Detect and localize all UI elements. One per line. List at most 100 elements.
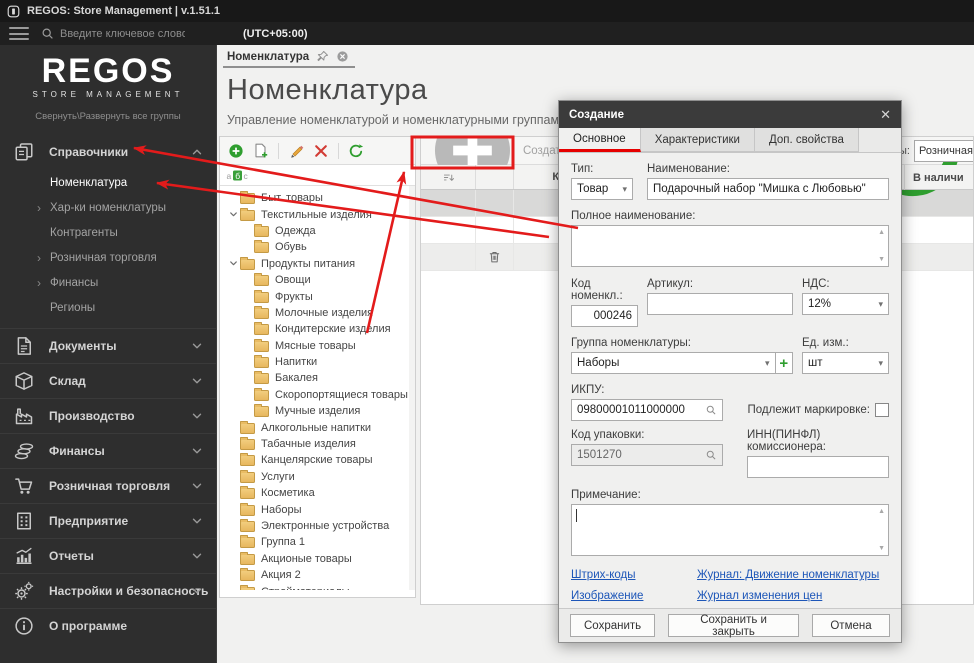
expander-icon[interactable] <box>241 225 254 236</box>
menu-icon[interactable] <box>9 27 29 40</box>
expander-icon[interactable] <box>227 586 240 590</box>
search-input[interactable] <box>60 27 185 40</box>
expander-icon[interactable] <box>241 373 254 384</box>
sidebar-subitem[interactable]: Розничная торговля <box>0 245 216 270</box>
note-textarea[interactable]: ▲ ▼ <box>571 504 889 556</box>
scroll-down-icon[interactable]: ▼ <box>878 545 885 552</box>
tree-item[interactable]: Скоропортящиеся товары <box>220 387 415 403</box>
tab-nomenklatura[interactable]: Номенклатура <box>217 45 357 68</box>
expander-icon[interactable] <box>227 488 240 499</box>
collapse-expand-link[interactable]: Свернуть\Развернуть все группы <box>0 111 216 122</box>
tree-item[interactable]: Бакалея <box>220 370 415 386</box>
sidebar-section[interactable]: Отчеты <box>0 538 216 573</box>
delete-group-button[interactable] <box>313 143 329 159</box>
tree-scrollbar[interactable] <box>409 186 415 590</box>
marking-checkbox[interactable] <box>875 403 889 417</box>
expander-icon[interactable] <box>241 406 254 417</box>
stock-column-header[interactable]: В наличи <box>904 165 973 190</box>
name-input[interactable] <box>653 183 883 195</box>
price-type-select[interactable]: Розничная ц <box>913 140 973 162</box>
expander-icon[interactable] <box>241 242 254 253</box>
edit-group-button[interactable] <box>288 143 304 159</box>
dialog-link[interactable]: Журнал: Движение номенклатуры <box>697 569 889 581</box>
expander-icon[interactable] <box>227 537 240 548</box>
dialog-header[interactable]: Создание ✕ <box>559 101 901 128</box>
trash-icon[interactable] <box>488 223 501 237</box>
tree-item[interactable]: Алкогольные напитки <box>220 419 415 435</box>
expander-icon[interactable] <box>227 471 240 482</box>
expander-icon[interactable] <box>241 291 254 302</box>
trash-icon[interactable] <box>488 250 501 264</box>
tree-item[interactable]: Быт. товары <box>220 190 415 206</box>
inn-field[interactable] <box>747 456 889 478</box>
sidebar-subitem[interactable]: Финансы <box>0 270 216 295</box>
sidebar-section[interactable]: Склад <box>0 363 216 398</box>
sidebar-section[interactable]: Розничная торговля <box>0 468 216 503</box>
row-action-cell[interactable] <box>476 217 514 243</box>
sidebar-subitem[interactable]: Хар-ки номенклатуры <box>0 195 216 220</box>
expander-icon[interactable] <box>227 570 240 581</box>
sidebar-section[interactable]: Документы <box>0 328 216 363</box>
scroll-down-icon[interactable]: ▼ <box>878 256 885 263</box>
expander-icon[interactable] <box>227 422 240 433</box>
dialog-tab[interactable]: Характеристики <box>640 128 755 152</box>
expander-icon[interactable] <box>227 439 240 450</box>
tree-item[interactable]: Косметика <box>220 485 415 501</box>
trash-icon[interactable] <box>488 196 501 210</box>
sidebar-section[interactable]: Производство <box>0 398 216 433</box>
tree-item[interactable]: Мясные товары <box>220 338 415 354</box>
name-field[interactable] <box>647 178 889 200</box>
sidebar-section[interactable]: Финансы <box>0 433 216 468</box>
full-name-textarea[interactable]: ▲ ▼ <box>571 225 889 267</box>
expander-icon[interactable] <box>241 275 254 286</box>
refresh-tree-button[interactable] <box>348 143 364 159</box>
tree-item[interactable]: Обувь <box>220 239 415 255</box>
expander-icon[interactable] <box>227 553 240 564</box>
sidebar-subitem[interactable]: Регионы <box>0 295 216 320</box>
row-action-cell[interactable] <box>476 244 514 270</box>
add-subgroup-button[interactable] <box>253 143 269 159</box>
save-button[interactable]: Сохранить <box>570 614 656 637</box>
tree-item[interactable]: Молочные изделия <box>220 305 415 321</box>
pack-code-field[interactable]: 1501270 <box>571 444 723 466</box>
expander-icon[interactable] <box>227 521 240 532</box>
code-field[interactable]: 000246 <box>571 305 638 327</box>
pin-icon[interactable] <box>316 50 329 63</box>
scroll-up-icon[interactable]: ▲ <box>878 508 885 515</box>
tree-filter-row[interactable]: абс <box>220 165 415 186</box>
expander-icon[interactable] <box>241 357 254 368</box>
expander-icon[interactable] <box>241 340 254 351</box>
tree-item[interactable]: Овощи <box>220 272 415 288</box>
expander-icon[interactable] <box>227 455 240 466</box>
tree-item[interactable]: Услуги <box>220 469 415 485</box>
row-indicator-column-header[interactable] <box>421 165 476 189</box>
tree-item[interactable]: Напитки <box>220 354 415 370</box>
dialog-tab[interactable]: Доп. свойства <box>754 128 859 152</box>
add-group-button[interactable] <box>228 143 244 159</box>
expander-icon[interactable] <box>241 389 254 400</box>
tree-item[interactable]: Акционые товары <box>220 551 415 567</box>
close-circle-icon[interactable] <box>336 50 349 63</box>
tree-item[interactable]: Фрукты <box>220 288 415 304</box>
add-group-plus-button[interactable]: + <box>775 352 793 374</box>
save-and-close-button[interactable]: Сохранить и закрыть <box>668 614 799 638</box>
tree-item[interactable]: Табачные изделия <box>220 436 415 452</box>
tree-item[interactable]: Электронные устройства <box>220 518 415 534</box>
expander-icon[interactable] <box>241 324 254 335</box>
vat-select[interactable]: 12% ▾ <box>802 293 889 315</box>
sidebar-section[interactable]: Предприятие <box>0 503 216 538</box>
article-field[interactable] <box>647 293 793 315</box>
group-select[interactable]: Наборы ▾ <box>571 352 776 374</box>
tree-item[interactable]: Одежда <box>220 223 415 239</box>
global-search[interactable] <box>41 27 201 40</box>
tree-item[interactable]: Стройматериалы <box>220 583 415 590</box>
expander-icon[interactable] <box>227 209 240 220</box>
tree-item[interactable]: Текстильные изделия <box>220 206 415 222</box>
tree-item[interactable]: Мучные изделия <box>220 403 415 419</box>
sidebar-section[interactable]: О программе <box>0 608 216 643</box>
close-icon[interactable]: ✕ <box>880 108 891 121</box>
tree-item[interactable]: Кондитерские изделия <box>220 321 415 337</box>
tree-item[interactable]: Наборы <box>220 501 415 517</box>
tree-item[interactable]: Продукты питания <box>220 256 415 272</box>
sidebar-subitem[interactable]: Контрагенты <box>0 220 216 245</box>
